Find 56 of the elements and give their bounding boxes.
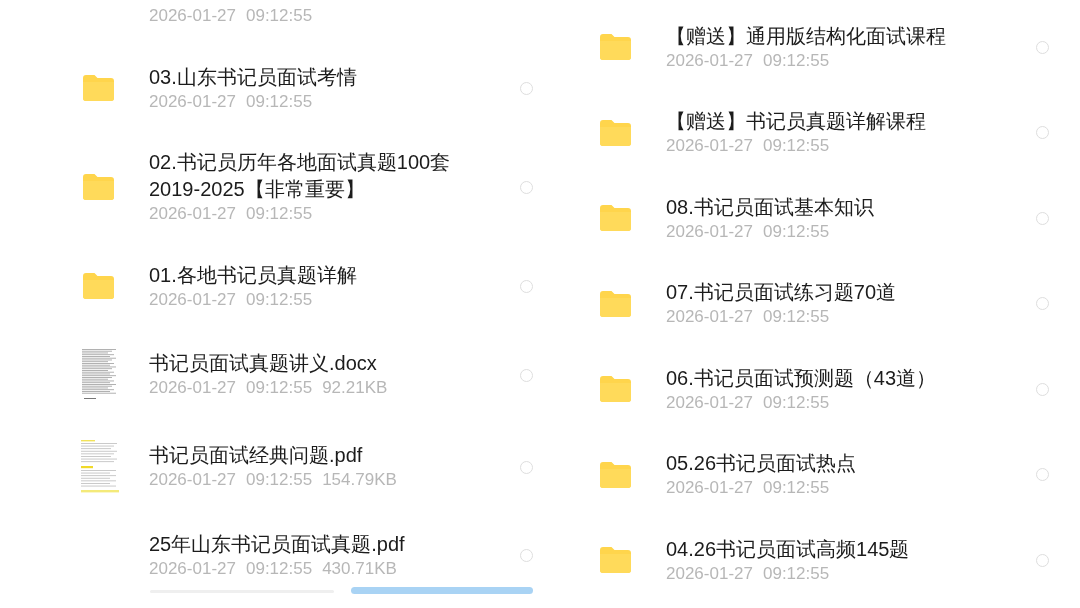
folder-icon <box>600 376 631 403</box>
file-name: 08.书记员面试基本知识 <box>666 194 875 220</box>
date-text: 2026-01-27 <box>149 469 236 492</box>
folder-icon <box>83 273 114 300</box>
date-text: 2026-01-27 <box>149 288 236 311</box>
date-text: 2026-01-27 <box>149 5 236 27</box>
time-text: 09:12:55 <box>762 306 830 328</box>
file-name: 06.书记员面试预测题（43道） <box>666 365 938 391</box>
date-text: 2026-01-27 <box>666 220 753 243</box>
date-text: 2026-01-27 <box>666 477 753 499</box>
date-text: 2026-01-27 <box>149 558 236 580</box>
time-text: 09:12:55 <box>245 558 313 580</box>
file-name: 02.书记员历年各地面试真题100套2019-2025【非常重要】 <box>149 150 452 202</box>
file-name: 【赠送】书记员真题详解课程 <box>666 109 927 134</box>
date-text: 2026-01-27 <box>149 377 236 400</box>
folder-icon <box>600 290 631 317</box>
bottom-button[interactable] <box>351 587 533 594</box>
size-text: 92.21KB <box>322 377 388 400</box>
time-text: 09:12:55 <box>762 562 830 585</box>
size-text: 154.79KB <box>322 469 397 492</box>
date-text: 2026-01-27 <box>666 391 753 414</box>
time-text: 09:12:55 <box>762 135 830 157</box>
time-text: 09:12:55 <box>762 220 830 243</box>
time-text: 09:12:55 <box>245 203 313 225</box>
file-name: 01.各地书记员真题详解 <box>149 262 358 288</box>
file-name: 书记员面试真题讲义.docx <box>149 351 378 377</box>
folder-icon <box>600 547 631 574</box>
folder-icon <box>600 119 631 146</box>
time-text: 09:12:55 <box>245 288 313 311</box>
time-text: 09:12:55 <box>245 377 313 400</box>
file-name: 25年山东书记员面试真题.pdf <box>149 532 406 557</box>
folder-icon <box>600 34 631 61</box>
size-text: 430.71KB <box>322 558 397 580</box>
file-name: 05.26书记员面试热点 <box>666 451 858 476</box>
time-text: 09:12:55 <box>762 49 830 72</box>
date-text: 2026-01-27 <box>666 306 753 328</box>
file-name: 07.书记员面试练习题70道 <box>666 280 898 305</box>
time-text: 09:12:55 <box>762 391 830 414</box>
date-text: 2026-01-27 <box>149 90 236 113</box>
time-text: 09:12:55 <box>762 477 830 499</box>
file-name: 【赠送】通用版结构化面试课程 <box>666 23 947 49</box>
date-text: 2026-01-27 <box>149 203 236 225</box>
time-text: 09:12:55 <box>245 90 313 113</box>
date-text: 2026-01-27 <box>666 49 753 72</box>
file-name: 03.山东书记员面试考情 <box>149 64 358 90</box>
folder-icon <box>600 461 631 488</box>
time-text: 09:12:55 <box>245 5 313 27</box>
file-name: 书记员面试经典问题.pdf <box>149 443 364 469</box>
date-text: 2026-01-27 <box>666 562 753 585</box>
time-text: 09:12:55 <box>245 469 313 492</box>
folder-icon <box>600 205 631 232</box>
folder-icon <box>83 174 114 201</box>
date-text: 2026-01-27 <box>666 135 753 157</box>
document-page-icon <box>80 439 120 495</box>
file-name: 04.26书记员面试高频145题 <box>666 536 911 562</box>
folder-icon <box>83 75 114 102</box>
